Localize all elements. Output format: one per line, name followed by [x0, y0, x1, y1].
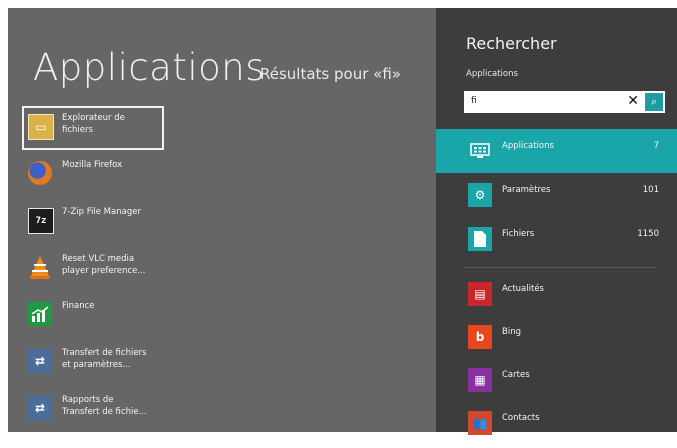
easy-transfer-icon: ⇄ — [28, 396, 52, 420]
result-item-vlc-reset[interactable]: Reset VLC media player preference... — [22, 247, 162, 291]
news-icon: ▤ — [468, 282, 492, 306]
settings-gear-icon: ⚙ — [468, 183, 492, 207]
scope-count: 101 — [642, 185, 659, 195]
scope-label: Fichiers — [502, 229, 535, 239]
clear-icon[interactable]: ✕ — [627, 93, 639, 109]
scope-count: 1150 — [637, 229, 659, 239]
app-entry-bing[interactable]: b Bing — [436, 319, 677, 362]
app-entry-maps[interactable]: ▦ Cartes — [436, 362, 677, 405]
result-label: Transfert de fichiers et paramètres... — [62, 348, 147, 370]
result-label: Rapports de Transfert de fichie... — [62, 395, 147, 417]
charm-title: Rechercher — [466, 34, 557, 53]
results-list: ▭ Explorateur de fichiers Mozilla Firefo… — [22, 106, 252, 432]
result-item-firefox[interactable]: Mozilla Firefox — [22, 153, 162, 197]
search-app-list: ▤ Actualités b Bing ▦ Cartes 👥 Contacts — [436, 276, 677, 448]
result-label: Mozilla Firefox — [62, 160, 123, 170]
result-item-file-explorer[interactable]: ▭ Explorateur de fichiers — [22, 106, 164, 150]
bing-icon: b — [468, 325, 492, 349]
scope-label: Paramètres — [502, 185, 551, 195]
app-label: Bing — [502, 327, 521, 337]
result-item-easy-transfer-reports[interactable]: ⇄ Rapports de Transfert de fichie... — [22, 388, 162, 432]
divider — [464, 267, 657, 268]
search-charm-pane: Rechercher Applications fi ✕ ⌕ Applicati… — [436, 8, 677, 435]
app-label: Cartes — [502, 370, 530, 380]
result-label: Reset VLC media player preference... — [62, 254, 146, 276]
page-title: Applications — [33, 46, 266, 89]
search-input-value: fi — [471, 96, 477, 106]
vlc-icon — [28, 255, 52, 279]
firefox-icon — [28, 161, 52, 185]
search-icon[interactable]: ⌕ — [645, 93, 663, 111]
scope-applications[interactable]: Applications 7 — [436, 129, 677, 173]
result-label: Explorateur de fichiers — [62, 113, 125, 135]
app-entry-news[interactable]: ▤ Actualités — [436, 276, 677, 319]
results-heading: Résultats pour «fi» — [260, 65, 401, 83]
7zip-icon: 7z — [28, 208, 54, 234]
contacts-icon: 👥 — [468, 411, 492, 435]
scope-label: Applications — [502, 141, 554, 151]
easy-transfer-icon: ⇄ — [28, 349, 52, 373]
scope-count: 7 — [653, 141, 659, 151]
scope-files[interactable]: Fichiers 1150 — [436, 217, 677, 261]
search-input[interactable]: fi ✕ ⌕ — [464, 91, 665, 113]
applications-icon — [468, 139, 492, 163]
app-entry-contacts[interactable]: 👥 Contacts — [436, 405, 677, 448]
result-item-easy-transfer[interactable]: ⇄ Transfert de fichiers et paramètres... — [22, 341, 162, 385]
result-label: 7-Zip File Manager — [62, 207, 141, 217]
files-icon — [468, 227, 492, 251]
search-scope-label: Applications — [466, 69, 518, 79]
result-item-finance[interactable]: Finance — [22, 294, 162, 338]
file-explorer-icon: ▭ — [28, 114, 54, 140]
result-label: Finance — [62, 301, 95, 311]
scope-settings[interactable]: ⚙ Paramètres 101 — [436, 173, 677, 217]
result-item-7zip[interactable]: 7z 7-Zip File Manager — [22, 200, 162, 244]
maps-icon: ▦ — [468, 368, 492, 392]
app-label: Actualités — [502, 284, 544, 294]
search-scope-list: Applications 7 ⚙ Paramètres 101 Fichiers… — [436, 129, 677, 261]
finance-icon — [28, 302, 52, 326]
app-label: Contacts — [502, 413, 540, 423]
